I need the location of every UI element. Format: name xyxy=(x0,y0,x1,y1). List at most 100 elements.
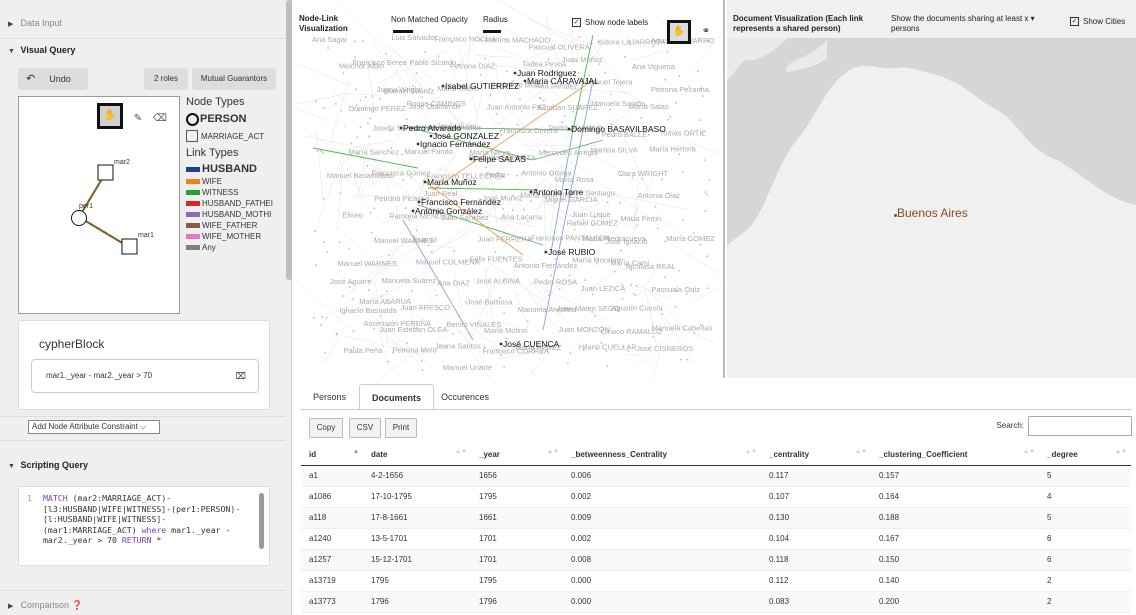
graph-node[interactable] xyxy=(682,171,684,174)
graph-node[interactable] xyxy=(488,94,491,97)
graph-node[interactable] xyxy=(635,224,638,227)
graph-node[interactable] xyxy=(620,249,622,252)
graph-node[interactable] xyxy=(453,250,456,253)
query-canvas[interactable]: ✋ ✎ ⌫ mar2 per1 mar1 xyxy=(18,96,180,314)
graph-node[interactable] xyxy=(340,110,343,112)
graph-node[interactable] xyxy=(609,108,612,111)
graph-node[interactable] xyxy=(355,88,357,91)
graph-node[interactable] xyxy=(335,332,338,335)
graph-node[interactable] xyxy=(321,316,324,318)
graph-node[interactable] xyxy=(664,78,667,81)
graph-node-matched[interactable] xyxy=(469,157,473,161)
graph-node-matched[interactable] xyxy=(416,142,420,146)
radius-slider[interactable] xyxy=(483,30,501,33)
csv-button[interactable]: CSV xyxy=(349,418,381,438)
graph-node[interactable] xyxy=(561,121,563,123)
legend-item-link[interactable]: WIFE xyxy=(186,176,286,187)
graph-node[interactable] xyxy=(699,243,702,246)
graph-node-matched[interactable] xyxy=(411,209,415,213)
graph-node[interactable] xyxy=(319,150,322,152)
tab-occurences[interactable]: Occurences xyxy=(429,384,501,410)
show-cities-toggle[interactable]: ✓ Show Cities xyxy=(1070,17,1125,27)
legend-item-link[interactable]: WIFE_MOTHER xyxy=(186,231,286,242)
graph-node[interactable] xyxy=(479,73,482,76)
graph-node[interactable] xyxy=(494,251,497,254)
graph-node[interactable] xyxy=(609,93,612,96)
graph-node[interactable] xyxy=(635,285,638,287)
graph-node[interactable] xyxy=(361,40,364,43)
search-input[interactable] xyxy=(1028,416,1132,436)
graph-node[interactable] xyxy=(367,289,370,291)
graph-node[interactable] xyxy=(682,218,685,221)
mutual-guarantors-button[interactable]: Mutual Guarantors xyxy=(192,68,276,90)
graph-node[interactable] xyxy=(359,126,362,129)
graph-node[interactable] xyxy=(666,51,669,53)
opacity-slider[interactable] xyxy=(393,30,413,33)
column-header[interactable]: _year ▲▼ xyxy=(471,444,563,466)
undo-button[interactable]: ↶ Undo xyxy=(18,68,88,90)
graph-node[interactable] xyxy=(507,173,510,176)
checkbox-checked-icon[interactable]: ✓ xyxy=(572,18,581,28)
graph-node[interactable] xyxy=(402,178,405,181)
legend-item-link[interactable]: HUSBAND xyxy=(186,163,286,176)
graph-node[interactable] xyxy=(657,227,659,230)
graph-node[interactable] xyxy=(516,174,518,177)
two-roles-button[interactable]: 2 roles xyxy=(144,68,188,90)
graph-node-matched[interactable] xyxy=(529,190,533,194)
graph-node-label[interactable]: Isabel GUTIERREZ xyxy=(445,81,519,91)
graph-node[interactable] xyxy=(325,316,328,319)
graph-node[interactable] xyxy=(512,209,514,212)
graph-node[interactable] xyxy=(368,135,370,138)
graph-node[interactable] xyxy=(341,295,344,297)
graph-node[interactable] xyxy=(573,228,576,231)
code-editor[interactable]: 1 MATCH (mar2:MARRIAGE_ACT)-[l3:HUSBAND|… xyxy=(18,486,270,566)
graph-node-label[interactable]: Felipe SALAS xyxy=(473,154,526,164)
graph-node[interactable] xyxy=(485,166,487,169)
graph-node-label[interactable]: Maria CARAVAJAL xyxy=(527,76,599,86)
graph-node[interactable] xyxy=(647,133,650,136)
graph-node-matched[interactable] xyxy=(499,342,503,346)
graph-node[interactable] xyxy=(495,112,498,115)
graph-node[interactable] xyxy=(338,241,341,244)
graph-node[interactable] xyxy=(624,55,626,58)
graph-node-matched[interactable] xyxy=(423,180,427,184)
graph-node[interactable] xyxy=(669,115,672,118)
comparison-header[interactable]: ▶ Comparison ❓ xyxy=(0,594,284,615)
graph-node[interactable] xyxy=(591,293,594,296)
checkbox-checked-icon[interactable]: ✓ xyxy=(1070,17,1079,27)
graph-node[interactable] xyxy=(697,70,699,73)
graph-node[interactable] xyxy=(385,290,388,292)
graph-node[interactable] xyxy=(352,330,355,333)
graph-node[interactable] xyxy=(667,118,669,121)
graph-node[interactable] xyxy=(350,142,353,145)
graph-node[interactable] xyxy=(342,72,345,74)
graph-node[interactable] xyxy=(371,95,374,98)
graph-node[interactable] xyxy=(322,197,325,200)
graph-node[interactable] xyxy=(654,205,657,208)
graph-node[interactable] xyxy=(379,315,382,317)
graph-node-label[interactable]: María Muñoz xyxy=(427,177,477,187)
graph-node[interactable] xyxy=(369,211,372,214)
graph-node[interactable] xyxy=(703,159,706,162)
column-header[interactable]: _degree ▲▼ xyxy=(1039,444,1131,466)
graph-node[interactable] xyxy=(385,52,388,55)
graph-node[interactable] xyxy=(420,359,423,362)
graph-node[interactable] xyxy=(415,229,418,232)
copy-button[interactable]: Copy xyxy=(309,418,343,438)
pointer-hand-icon[interactable]: ✋ xyxy=(667,20,691,44)
graph-node[interactable] xyxy=(503,312,506,315)
graph-node[interactable] xyxy=(327,47,329,49)
graph-node[interactable] xyxy=(410,290,413,292)
graph-node[interactable] xyxy=(704,210,707,212)
query-node-mar1[interactable] xyxy=(121,238,138,255)
column-header[interactable]: id ▲ xyxy=(301,444,363,466)
graph-node[interactable] xyxy=(661,178,663,181)
network-graph[interactable]: Ana Sagar Luis SalvadorFrancisco HOCHAMar… xyxy=(293,0,725,378)
graph-node[interactable] xyxy=(312,317,315,319)
query-node-per1[interactable] xyxy=(71,210,87,226)
tab-documents[interactable]: Documents xyxy=(359,384,435,410)
graph-node[interactable] xyxy=(387,254,390,257)
graph-node[interactable] xyxy=(421,96,423,98)
graph-node[interactable] xyxy=(594,315,597,318)
document-map-panel[interactable]: Document Visualization (Each link repres… xyxy=(727,0,1136,378)
